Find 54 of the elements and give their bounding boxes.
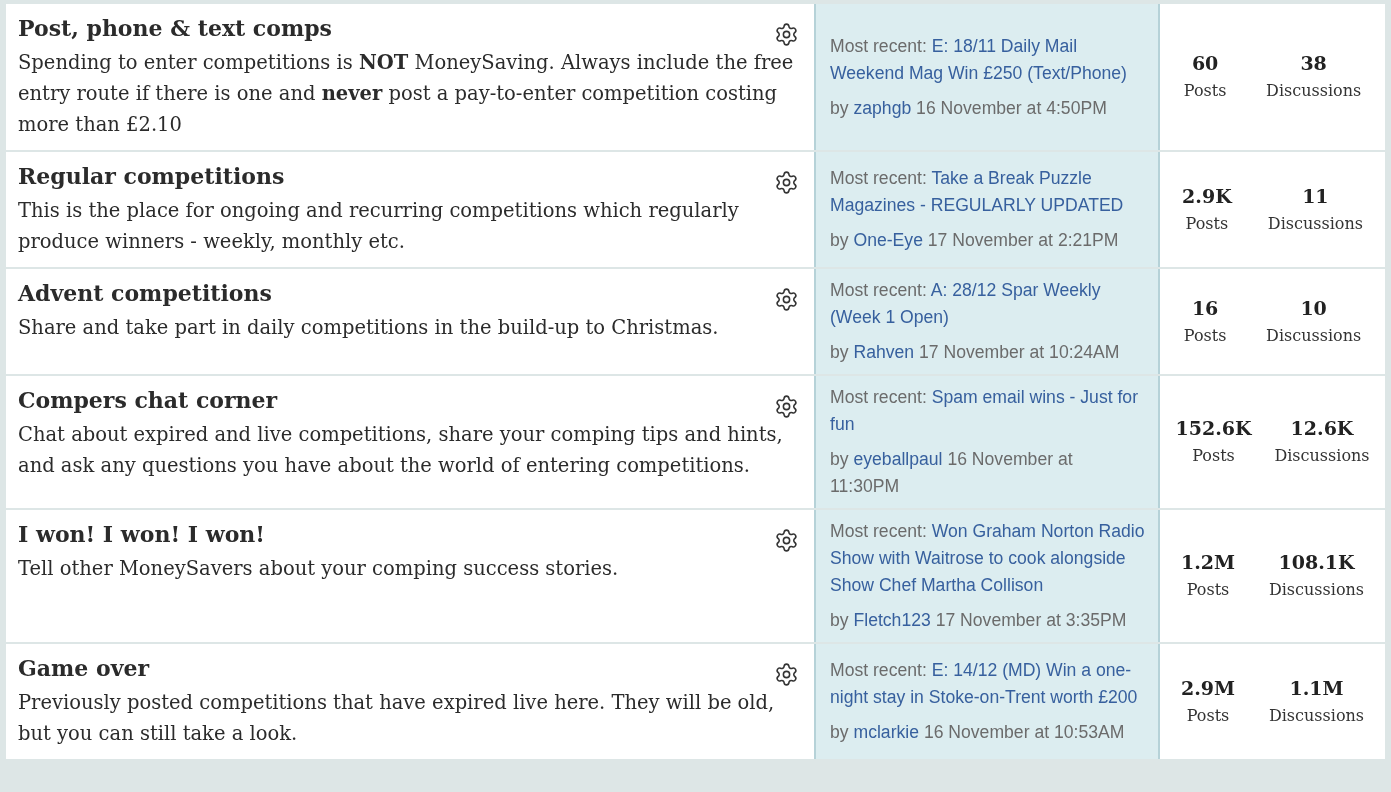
posts-label: Posts (1183, 80, 1227, 102)
settings-icon[interactable] (774, 662, 799, 687)
latest-post-byline: by mclarkie 16 November at 10:53AM (830, 721, 1126, 744)
category-title[interactable]: I won! I won! I won! (18, 519, 794, 549)
discussions-label: Discussions (1266, 80, 1362, 102)
category-title[interactable]: Regular competitions (18, 161, 794, 191)
settings-icon[interactable] (774, 287, 799, 312)
category-description: Chat about expired and live competitions, share your comping tips and hints, and ask any questions you have about the world of entering competitions. (18, 422, 784, 479)
category-title[interactable]: Game over (18, 653, 794, 683)
latest-post-byline: by eyeballpaul 16 November at 11:30PM (830, 448, 1074, 498)
category-title[interactable]: Advent competitions (18, 278, 794, 308)
posts-count: 152.6K (1175, 416, 1252, 441)
category-description: Previously posted competitions that have expired live here. They will be old, but you can still take a look. (18, 690, 776, 747)
settings-icon[interactable] (774, 22, 799, 47)
latest-post-byline: by Rahven 17 November at 10:24AM (830, 341, 1121, 364)
latest-post-title[interactable]: Most recent: A: 28/12 Spar Weekly (Week 1 Open) (830, 277, 1146, 331)
posts-count: 2.9K (1182, 183, 1232, 209)
latest-post-byline: by Fletch123 17 November at 3:35PM (830, 609, 1128, 632)
posts-label: Posts (1186, 704, 1230, 727)
category-description: Share and take part in daily competitions in the build-up to Christmas. (18, 315, 720, 341)
discussions-count: 38 (1300, 51, 1327, 76)
discussions-count: 1.1M (1289, 675, 1344, 701)
category-title[interactable]: Post, phone & text comps (18, 13, 794, 43)
discussions-count: 108.1K (1278, 550, 1355, 575)
posts-label: Posts (1185, 212, 1229, 235)
posts-count: 1.2M (1180, 550, 1236, 575)
discussions-label: Discussions (1274, 445, 1370, 467)
category-title[interactable]: Compers chat corner (18, 385, 794, 415)
category-description: Tell other MoneySavers about your comping success stories. (18, 556, 620, 582)
discussions-count: 11 (1302, 183, 1329, 209)
settings-icon[interactable] (774, 394, 799, 419)
posts-count: 16 (1191, 295, 1219, 321)
category-description: This is the place for ongoing and recurring competitions which regularly produce winners - weekly, monthly etc. (18, 198, 740, 255)
latest-post-byline: by One-Eye 17 November at 2:21PM (830, 229, 1120, 252)
latest-post-title[interactable]: Most recent: Won Graham Norton Radio Show with Waitrose to cook alongside Show Chef Martha Collison (830, 518, 1146, 599)
discussions-label: Discussions (1268, 579, 1365, 601)
discussions-label: Discussions (1266, 324, 1362, 347)
posts-label: Posts (1183, 324, 1227, 347)
discussions-count: 12.6K (1290, 416, 1354, 441)
discussions-label: Discussions (1268, 704, 1365, 727)
latest-post-title[interactable]: Most recent: Take a Break Puzzle Magazines - REGULARLY UPDATED (830, 165, 1146, 219)
latest-post-title[interactable]: Most recent: Spam email wins - Just for fun (830, 384, 1146, 438)
settings-icon[interactable] (774, 528, 799, 553)
posts-count: 60 (1191, 51, 1219, 76)
category-description: Spending to enter competitions is NOT MoneySaving. Always include the free entry route if there is one and never post a pay-to-enter competition costing more than £2.10 (18, 50, 794, 138)
latest-post-title[interactable]: Most recent: E: 14/12 (MD) Win a one-night stay in Stoke-on-Trent worth £200 (830, 657, 1146, 711)
latest-post-byline: by zaphgb 16 November at 4:50PM (830, 96, 1108, 120)
posts-label: Posts (1186, 579, 1230, 601)
posts-label: Posts (1192, 445, 1235, 467)
settings-icon[interactable] (774, 170, 799, 195)
discussions-count: 10 (1300, 295, 1327, 321)
latest-post-title[interactable]: Most recent: E: 18/11 Daily Mail Weekend Mag Win £250 (Text/Phone) (830, 32, 1146, 87)
posts-count: 2.9M (1180, 675, 1236, 701)
discussions-label: Discussions (1267, 212, 1363, 235)
